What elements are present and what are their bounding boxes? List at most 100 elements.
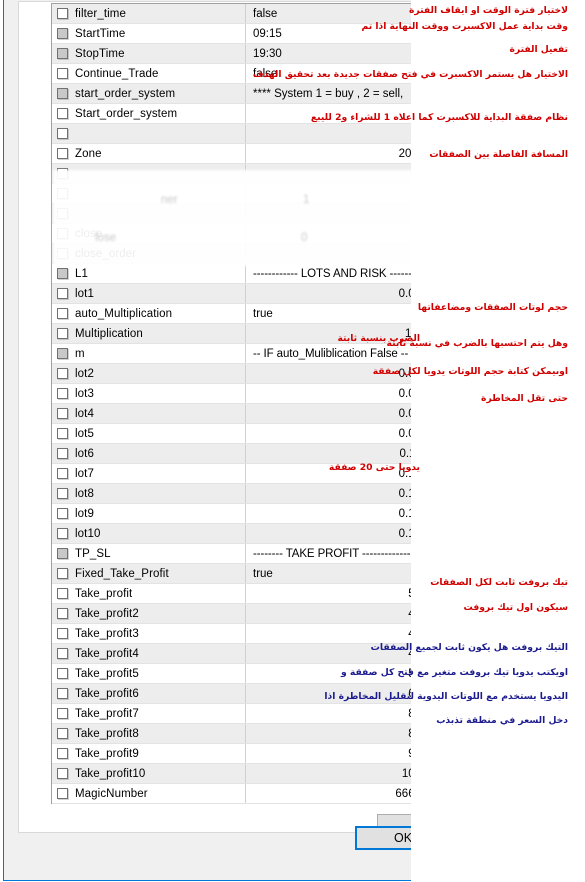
grid-row[interactable]: lot6 0.11 [52,444,411,464]
checkbox-filled-icon[interactable] [57,88,68,99]
grid-row-value[interactable]: false [246,64,411,83]
grid-row-value[interactable]: 0.13 [246,464,411,483]
checkbox-icon[interactable] [57,328,68,339]
grid-row[interactable]: Multiplication 1.8 [52,324,411,344]
grid-row[interactable]: Take_profit2 40 [52,604,411,624]
grid-row-value[interactable]: 1 [246,184,411,203]
grid-row[interactable]: Start_order_system 3 [52,104,411,124]
checkbox-filled-icon[interactable] [57,48,68,59]
grid-row[interactable]: close 0 [52,224,411,244]
grid-row-value[interactable]: true [246,564,411,583]
grid-row-value[interactable]: 45 [246,644,411,663]
checkbox-icon[interactable] [57,248,68,259]
checkbox-icon[interactable] [57,588,68,599]
grid-row[interactable]: lot10 0.19 [52,524,411,544]
grid-row[interactable]: TP_SL -------- TAKE PROFIT -------------- [52,544,411,564]
grid-row[interactable]: Take_profit 50 [52,584,411,604]
grid-row[interactable]: Take_profit4 45 [52,644,411,664]
ok-button[interactable]: OK [355,826,411,850]
checkbox-icon[interactable] [57,528,68,539]
checkbox-icon[interactable] [57,748,68,759]
grid-row-value[interactable]: 55 [246,664,411,683]
grid-row[interactable]: Take_profit10 100 [52,764,411,784]
checkbox-icon[interactable] [57,148,68,159]
grid-row[interactable]: Zone 20.0 [52,144,411,164]
grid-row[interactable]: L1 ------------ LOTS AND RISK -----------… [52,264,411,284]
grid-row-value[interactable] [246,124,411,143]
checkbox-filled-icon[interactable] [57,348,68,359]
grid-row[interactable]: Take_profit5 55 [52,664,411,684]
grid-row-value[interactable]: 1.8 [246,324,411,343]
grid-row[interactable]: close_order [52,244,411,264]
grid-row-value[interactable]: 3 [246,104,411,123]
grid-row[interactable]: Take_profit8 80 [52,724,411,744]
grid-row[interactable]: lot4 0.07 [52,404,411,424]
grid-row-value[interactable]: 80 [246,724,411,743]
checkbox-icon[interactable] [57,428,68,439]
grid-row-value[interactable]: 0.03 [246,364,411,383]
grid-row-value[interactable]: 68 [246,684,411,703]
checkbox-icon[interactable] [57,508,68,519]
grid-row-value[interactable]: -------- TAKE PROFIT -------------- [246,544,411,563]
checkbox-icon[interactable] [57,768,68,779]
checkbox-icon[interactable] [57,308,68,319]
grid-row[interactable]: Continue_Trade false [52,64,411,84]
grid-row-value[interactable]: 0 [246,224,411,243]
grid-row-value[interactable]: 0.09 [246,424,411,443]
checkbox-icon[interactable] [57,188,68,199]
grid-row-value[interactable]: 0.19 [246,524,411,543]
grid-row-value[interactable]: 80 [246,704,411,723]
grid-row[interactable]: filter_time false [52,4,411,24]
grid-row-value[interactable]: 100 [246,764,411,783]
grid-row[interactable]: lot1 0.01 [52,284,411,304]
grid-row-value[interactable]: 0.11 [246,444,411,463]
checkbox-icon[interactable] [57,488,68,499]
checkbox-icon[interactable] [57,468,68,479]
checkbox-icon[interactable] [57,288,68,299]
grid-row[interactable]: m -- IF auto_Muliblication False -- [52,344,411,364]
grid-row[interactable]: Take_profit3 40 [52,624,411,644]
grid-row[interactable]: lot5 0.09 [52,424,411,444]
grid-row-value[interactable] [246,204,411,223]
checkbox-icon[interactable] [57,728,68,739]
grid-row[interactable]: auto_Multiplication true [52,304,411,324]
checkbox-icon[interactable] [57,628,68,639]
checkbox-filled-icon[interactable] [57,28,68,39]
checkbox-icon[interactable] [57,608,68,619]
grid-row[interactable]: Fixed_Take_Profit true [52,564,411,584]
grid-row-value[interactable]: 0.01 [246,284,411,303]
grid-row-value[interactable] [246,164,411,183]
grid-row[interactable] [52,124,411,144]
checkbox-icon[interactable] [57,208,68,219]
checkbox-icon[interactable] [57,368,68,379]
grid-row[interactable]: start_order_system **** System 1 = buy , … [52,84,411,104]
checkbox-icon[interactable] [57,228,68,239]
grid-row[interactable]: Take_profit7 80 [52,704,411,724]
grid-row-value[interactable]: false [246,4,411,23]
checkbox-icon[interactable] [57,68,68,79]
grid-row-value[interactable]: 19:30 [246,44,411,63]
checkbox-filled-icon[interactable] [57,548,68,559]
properties-grid[interactable]: filter_time false StartTime 09:15 StopTime 19… [51,3,411,804]
grid-row[interactable] [52,164,411,184]
checkbox-icon[interactable] [57,168,68,179]
grid-row-value[interactable]: -- IF auto_Muliblication False -- [246,344,411,363]
checkbox-icon[interactable] [57,388,68,399]
checkbox-icon[interactable] [57,408,68,419]
grid-row[interactable]: lot2 0.03 [52,364,411,384]
grid-row[interactable]: lot9 0.17 [52,504,411,524]
grid-row[interactable]: Take_profit9 95 [52,744,411,764]
checkbox-icon[interactable] [57,448,68,459]
grid-row-value[interactable]: 0.05 [246,384,411,403]
grid-row-value[interactable]: ------------ LOTS AND RISK -------------… [246,264,411,283]
grid-row-value[interactable]: true [246,304,411,323]
checkbox-icon[interactable] [57,688,68,699]
checkbox-icon[interactable] [57,108,68,119]
grid-row[interactable]: StopTime 19:30 [52,44,411,64]
grid-row[interactable] [52,204,411,224]
grid-row-value[interactable]: 0.17 [246,504,411,523]
grid-row[interactable]: lot8 0.15 [52,484,411,504]
grid-row-value[interactable]: 20.0 [246,144,411,163]
checkbox-icon[interactable] [57,568,68,579]
grid-row-value[interactable]: 0.15 [246,484,411,503]
